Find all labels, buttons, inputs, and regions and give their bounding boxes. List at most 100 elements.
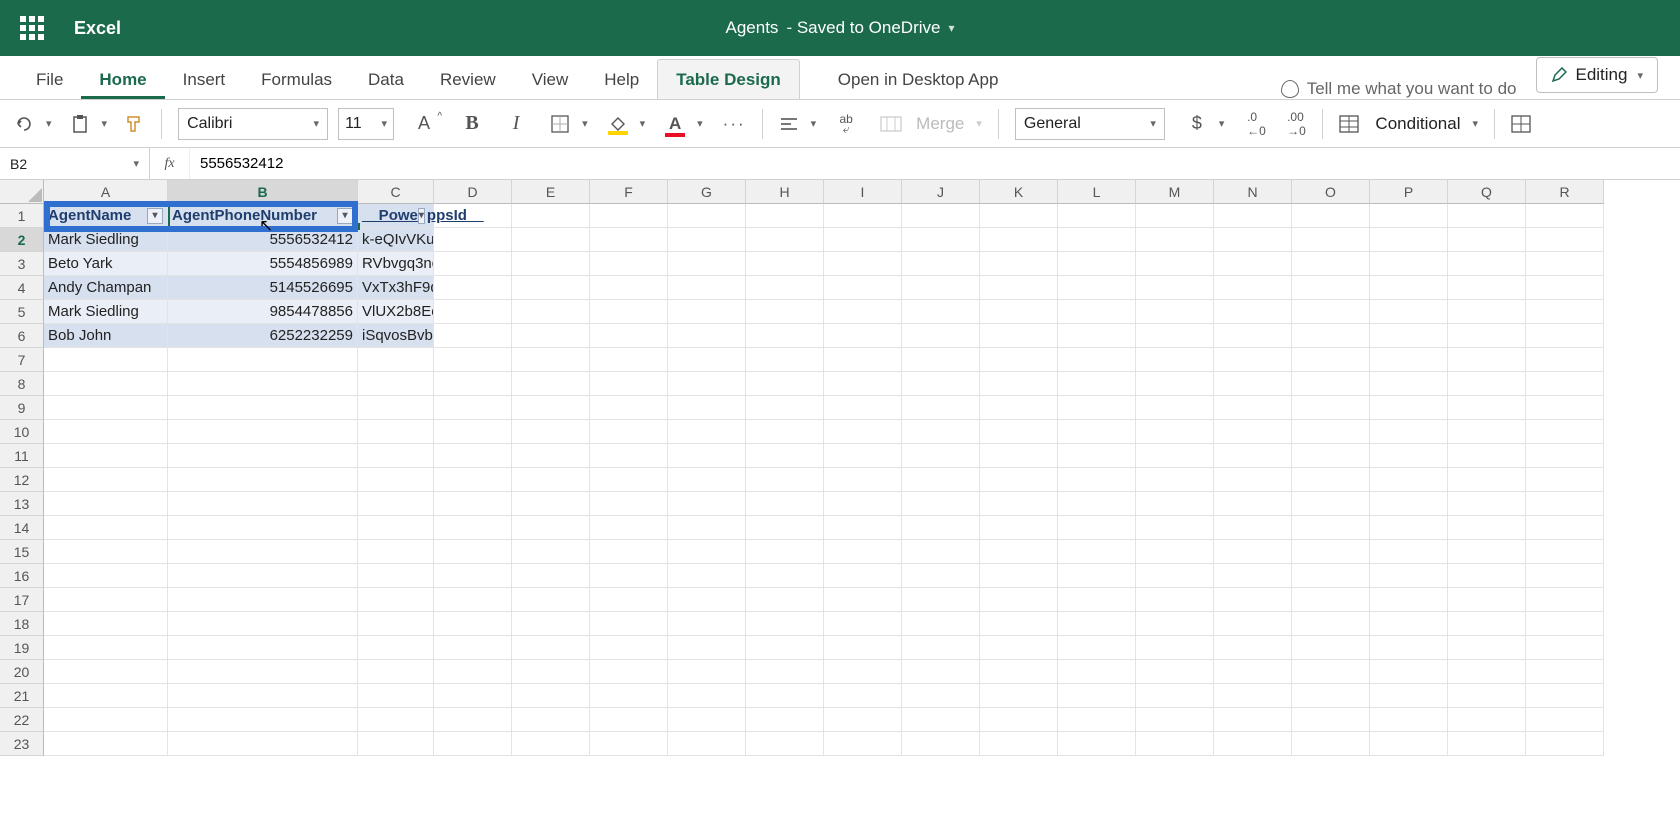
cell[interactable] <box>434 468 512 492</box>
cell[interactable] <box>1292 612 1370 636</box>
chevron-down-icon[interactable]: ▾ <box>102 117 108 130</box>
cell[interactable] <box>1292 468 1370 492</box>
cell[interactable] <box>824 204 902 228</box>
cell[interactable] <box>746 372 824 396</box>
cell[interactable] <box>1526 420 1604 444</box>
cell[interactable] <box>980 492 1058 516</box>
cell[interactable] <box>1136 732 1214 756</box>
format-table-icon[interactable] <box>1339 115 1359 133</box>
cell[interactable] <box>824 372 902 396</box>
cell[interactable] <box>902 492 980 516</box>
cell[interactable] <box>44 588 168 612</box>
cell[interactable] <box>902 276 980 300</box>
cell[interactable] <box>1526 300 1604 324</box>
cell[interactable] <box>1136 300 1214 324</box>
cell[interactable] <box>168 564 358 588</box>
cell[interactable]: VlUX2b8EeSk <box>358 300 434 324</box>
col-header[interactable]: N <box>1214 180 1292 204</box>
grow-font-button[interactable]: A^ <box>414 113 434 134</box>
insert-cells-button[interactable] <box>1511 115 1531 133</box>
cell[interactable] <box>358 420 434 444</box>
chevron-down-icon[interactable]: ▾ <box>811 117 817 130</box>
cell[interactable] <box>44 372 168 396</box>
cell[interactable] <box>1526 228 1604 252</box>
cell[interactable] <box>746 300 824 324</box>
cell[interactable] <box>824 708 902 732</box>
cell[interactable] <box>902 204 980 228</box>
cell[interactable] <box>1214 516 1292 540</box>
cell[interactable] <box>358 540 434 564</box>
cell[interactable] <box>358 612 434 636</box>
cell[interactable]: 5556532412 <box>168 228 358 252</box>
cell[interactable] <box>1370 444 1448 468</box>
cell[interactable] <box>746 684 824 708</box>
cell[interactable] <box>434 612 512 636</box>
cell[interactable] <box>746 660 824 684</box>
cell[interactable] <box>980 612 1058 636</box>
filter-button[interactable]: ▾ <box>337 208 353 224</box>
cell[interactable] <box>668 204 746 228</box>
cell[interactable] <box>1292 204 1370 228</box>
col-header[interactable]: D <box>434 180 512 204</box>
cell[interactable] <box>434 660 512 684</box>
chevron-down-icon[interactable]: ▾ <box>1472 117 1478 130</box>
cell[interactable] <box>358 636 434 660</box>
cell[interactable] <box>1448 348 1526 372</box>
cell[interactable] <box>1448 684 1526 708</box>
cell[interactable] <box>44 660 168 684</box>
cell[interactable] <box>1136 588 1214 612</box>
cell[interactable]: iSqvosBvbBY <box>358 324 434 348</box>
cell[interactable] <box>168 540 358 564</box>
cell[interactable] <box>512 324 590 348</box>
cell[interactable] <box>824 444 902 468</box>
cell[interactable] <box>590 564 668 588</box>
cell[interactable] <box>1370 660 1448 684</box>
cell[interactable] <box>668 348 746 372</box>
cell[interactable] <box>824 348 902 372</box>
col-header[interactable]: R <box>1526 180 1604 204</box>
cell[interactable] <box>434 636 512 660</box>
cell[interactable] <box>1136 468 1214 492</box>
cell[interactable] <box>512 540 590 564</box>
cell[interactable] <box>668 636 746 660</box>
cell[interactable] <box>668 324 746 348</box>
cell[interactable] <box>358 660 434 684</box>
chevron-down-icon[interactable]: ▾ <box>640 117 646 130</box>
cell[interactable] <box>1448 252 1526 276</box>
cell[interactable] <box>1292 660 1370 684</box>
cell[interactable] <box>1058 516 1136 540</box>
cell[interactable] <box>44 540 168 564</box>
cell[interactable] <box>1448 468 1526 492</box>
cell[interactable] <box>1136 204 1214 228</box>
cell[interactable] <box>590 708 668 732</box>
row-header[interactable]: 15 <box>0 540 44 564</box>
cell[interactable] <box>824 636 902 660</box>
cell[interactable] <box>1214 684 1292 708</box>
row-header[interactable]: 6 <box>0 324 44 348</box>
cell[interactable] <box>1448 540 1526 564</box>
cell[interactable] <box>746 492 824 516</box>
row-header[interactable]: 11 <box>0 444 44 468</box>
cell[interactable] <box>590 252 668 276</box>
col-header[interactable]: J <box>902 180 980 204</box>
row-header[interactable]: 21 <box>0 684 44 708</box>
cell[interactable] <box>434 564 512 588</box>
cell[interactable] <box>1058 732 1136 756</box>
cell[interactable] <box>1292 708 1370 732</box>
cell[interactable] <box>1448 636 1526 660</box>
cell[interactable] <box>434 396 512 420</box>
chevron-down-icon[interactable]: ▾ <box>976 117 982 130</box>
filter-button[interactable]: ▾ <box>418 208 425 224</box>
cell[interactable] <box>824 588 902 612</box>
cell[interactable] <box>1370 564 1448 588</box>
cell[interactable] <box>1526 708 1604 732</box>
cell[interactable] <box>902 228 980 252</box>
cell[interactable] <box>1292 300 1370 324</box>
cell[interactable] <box>512 492 590 516</box>
cell[interactable] <box>434 540 512 564</box>
cell[interactable] <box>824 324 902 348</box>
cell[interactable] <box>902 708 980 732</box>
bold-button[interactable]: B <box>462 112 482 135</box>
cell[interactable] <box>1292 420 1370 444</box>
cell[interactable] <box>668 516 746 540</box>
